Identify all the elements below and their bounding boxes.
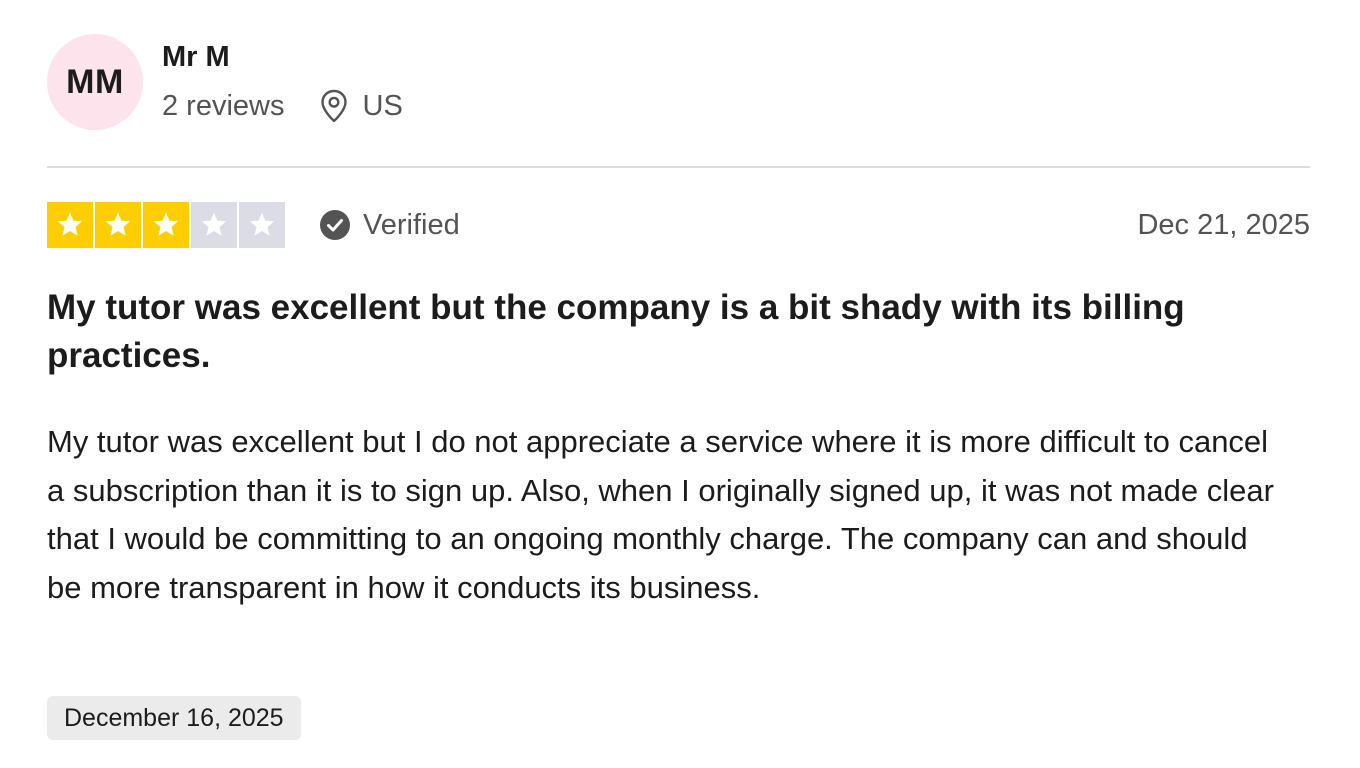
check-circle-icon: [319, 209, 351, 241]
review-count: 2 reviews: [162, 89, 285, 122]
reviewer-name[interactable]: Mr M: [162, 39, 230, 75]
star-icon: [95, 202, 141, 248]
review-card: MM Mr M 2 reviews US Verified Dec 21, 20…: [47, 0, 1310, 768]
avatar[interactable]: MM: [47, 34, 143, 130]
star-icon: [239, 202, 285, 248]
review-title[interactable]: My tutor was excellent but the company i…: [47, 284, 1247, 380]
reviewer-header: MM Mr M 2 reviews US: [47, 34, 1310, 132]
verified-badge[interactable]: Verified: [319, 202, 460, 248]
review-body: My tutor was excellent but I do not appr…: [47, 424, 1274, 605]
verified-label: Verified: [363, 208, 460, 241]
rating-row: Verified Dec 21, 2025: [47, 202, 1310, 248]
reviewer-country: US: [362, 89, 403, 122]
star-rating: [47, 202, 287, 248]
map-pin-icon: [319, 89, 349, 123]
divider: [47, 166, 1310, 168]
star-icon: [143, 202, 189, 248]
star-icon: [191, 202, 237, 248]
star-icon: [47, 202, 93, 248]
experience-date-badge: December 16, 2025: [47, 696, 301, 740]
review-date: Dec 21, 2025: [1137, 209, 1310, 241]
reviewer-meta: 2 reviews US: [162, 86, 403, 126]
